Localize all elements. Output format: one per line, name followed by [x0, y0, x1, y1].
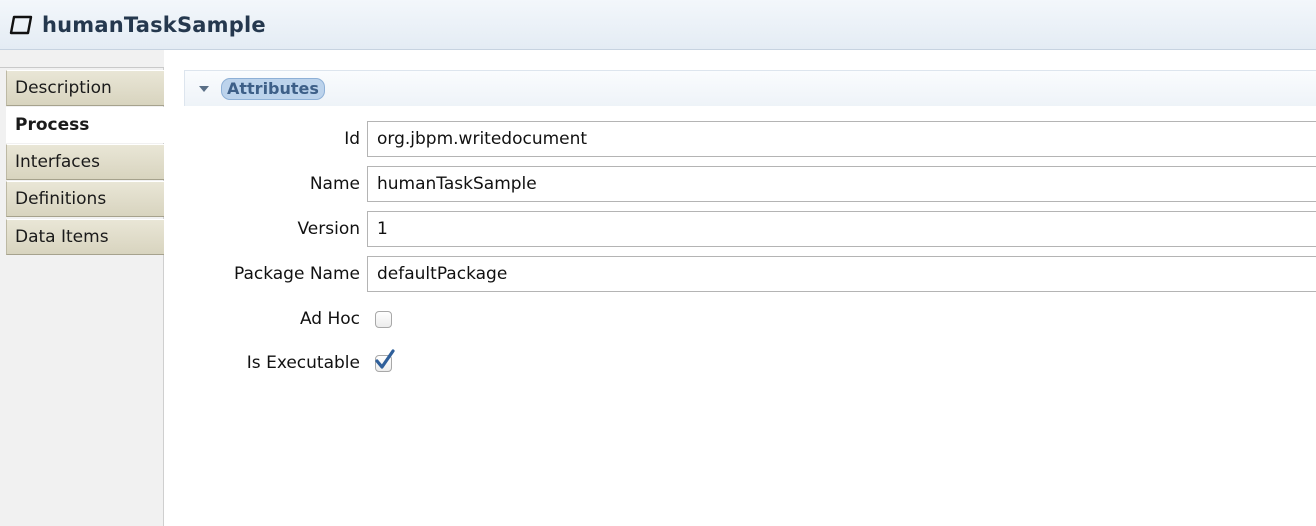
- tab-list-spacer: [0, 50, 164, 68]
- version-field[interactable]: 1: [367, 211, 1316, 247]
- attributes-section-header[interactable]: Attributes: [184, 70, 1316, 106]
- is-executable-row: Is Executable: [0, 345, 1316, 381]
- name-row: Name humanTaskSample: [0, 166, 1316, 202]
- process-icon: [9, 15, 33, 34]
- package-name-row: Package Name defaultPackage: [0, 256, 1316, 292]
- editor-header: humanTaskSample: [0, 0, 1316, 50]
- id-row: Id org.jbpm.writedocument: [0, 121, 1316, 157]
- section-title: Attributes: [221, 77, 325, 100]
- name-field[interactable]: humanTaskSample: [367, 166, 1316, 202]
- tab-description[interactable]: Description: [6, 70, 164, 106]
- ad-hoc-checkbox[interactable]: [375, 311, 392, 328]
- name-label: Name: [309, 174, 360, 194]
- package-name-field[interactable]: defaultPackage: [367, 256, 1316, 292]
- tab-label: Description: [15, 78, 112, 98]
- package-name-label: Package Name: [233, 264, 360, 284]
- checkmark-icon: [375, 349, 395, 369]
- id-label: Id: [344, 129, 360, 149]
- version-row: Version 1: [0, 211, 1316, 247]
- is-executable-label: Is Executable: [246, 353, 360, 373]
- expand-triangle-icon[interactable]: [199, 85, 209, 92]
- ad-hoc-label: Ad Hoc: [299, 309, 360, 329]
- version-label: Version: [297, 219, 360, 239]
- ad-hoc-row: Ad Hoc: [0, 301, 1316, 337]
- editor-title: humanTaskSample: [42, 12, 266, 37]
- id-field[interactable]: org.jbpm.writedocument: [367, 121, 1316, 157]
